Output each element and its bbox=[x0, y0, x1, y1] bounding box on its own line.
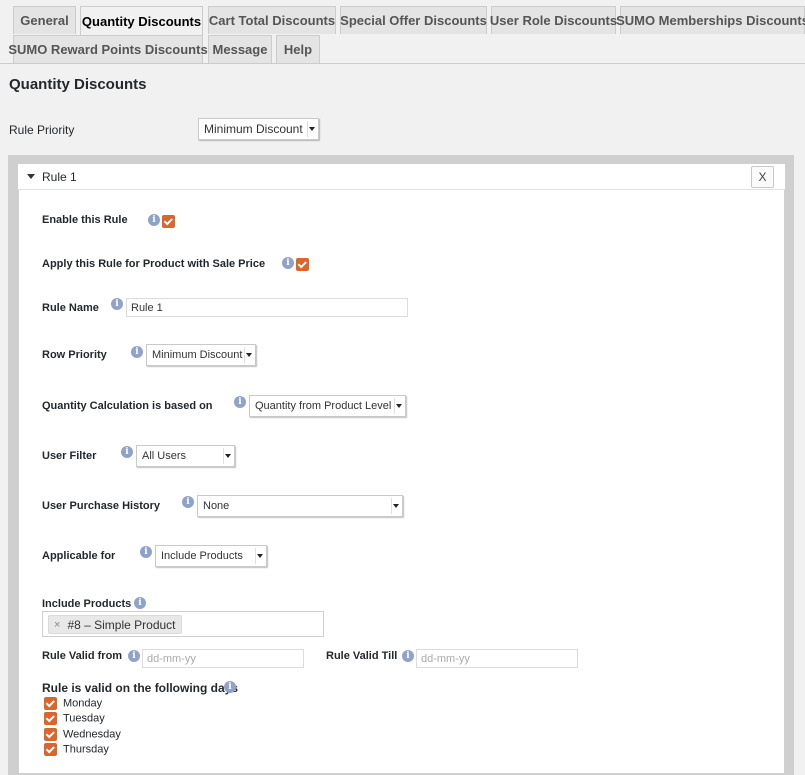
select-divider bbox=[244, 347, 245, 363]
day-label: Wednesday bbox=[63, 728, 121, 741]
select-value: All Users bbox=[142, 450, 187, 462]
select-divider bbox=[223, 448, 224, 464]
tab-bar: General Quantity Discounts Cart Total Di… bbox=[0, 0, 805, 64]
page-title: Quantity Discounts bbox=[9, 76, 147, 93]
tab-sumo-memberships-discounts[interactable]: SUMO Memberships Discounts bbox=[616, 6, 805, 34]
rule-priority-label: Rule Priority bbox=[9, 123, 75, 137]
select-divider bbox=[307, 121, 308, 137]
tab-special-offer-discounts[interactable]: Special Offer Discounts bbox=[340, 6, 487, 34]
select-divider bbox=[394, 398, 395, 414]
enable-rule-label: Enable this Rule bbox=[42, 214, 128, 226]
row-priority-label: Row Priority bbox=[42, 349, 107, 361]
tab-label: Special Offer Discounts bbox=[340, 13, 487, 28]
info-icon[interactable]: i bbox=[234, 396, 246, 408]
info-icon[interactable]: i bbox=[282, 257, 294, 269]
tab-label: Cart Total Discounts bbox=[208, 13, 336, 28]
valid-till-label: Rule Valid Till bbox=[326, 650, 398, 662]
day-tuesday[interactable]: Tuesday bbox=[44, 712, 105, 725]
info-icon[interactable]: i bbox=[128, 650, 140, 662]
tab-label: SUMO Memberships Discounts bbox=[616, 13, 805, 28]
caret-down-icon bbox=[309, 127, 315, 131]
tab-general[interactable]: General bbox=[13, 6, 76, 34]
tab-label: SUMO Reward Points Discounts bbox=[8, 42, 208, 57]
qty-calc-label: Quantity Calculation is based on bbox=[42, 400, 213, 412]
tab-label: Help bbox=[283, 42, 313, 57]
user-filter-label: User Filter bbox=[42, 450, 97, 462]
day-label: Thursday bbox=[63, 743, 109, 756]
select-divider bbox=[255, 548, 256, 564]
caret-down-icon bbox=[393, 504, 399, 508]
remove-token-icon[interactable]: × bbox=[54, 619, 60, 631]
qty-calc-select[interactable]: Quantity from Product Level bbox=[249, 395, 406, 417]
applicable-for-label: Applicable for bbox=[42, 550, 116, 562]
include-products-input[interactable]: × #8 – Simple Product bbox=[42, 611, 324, 637]
caret-down-icon bbox=[246, 353, 252, 357]
purchase-history-label: User Purchase History bbox=[42, 500, 160, 512]
enable-rule-checkbox[interactable] bbox=[162, 215, 175, 228]
day-label: Monday bbox=[63, 697, 103, 710]
include-products-label: Include Products bbox=[42, 598, 132, 610]
rule-name-label: Rule Name bbox=[42, 302, 99, 314]
sale-price-label: Apply this Rule for Product with Sale Pr… bbox=[42, 258, 266, 270]
info-icon[interactable]: i bbox=[148, 214, 160, 226]
info-icon[interactable]: i bbox=[402, 650, 414, 662]
select-value: Minimum Discount bbox=[152, 349, 243, 361]
day-wednesday[interactable]: Wednesday bbox=[44, 728, 121, 741]
row-priority-select[interactable]: Minimum Discount bbox=[146, 344, 256, 366]
select-value: Minimum Discount bbox=[204, 122, 303, 136]
day-thursday[interactable]: Thursday bbox=[44, 743, 109, 756]
tab-cart-total-discounts[interactable]: Cart Total Discounts bbox=[208, 6, 336, 34]
info-icon[interactable]: i bbox=[111, 298, 123, 310]
valid-from-input[interactable]: dd-mm-yy bbox=[142, 649, 304, 668]
day-monday[interactable]: Monday bbox=[44, 697, 102, 710]
valid-days-label: Rule is valid on the following days bbox=[42, 681, 239, 695]
caret-down-icon bbox=[225, 454, 231, 458]
remove-rule-button[interactable]: X bbox=[751, 166, 774, 188]
day-checkbox[interactable] bbox=[44, 743, 57, 756]
tab-quantity-discounts[interactable]: Quantity Discounts bbox=[80, 6, 203, 35]
select-divider bbox=[391, 498, 392, 514]
rule-name-input[interactable]: Rule 1 bbox=[126, 298, 408, 317]
valid-from-label: Rule Valid from bbox=[42, 650, 123, 662]
sale-price-checkbox[interactable] bbox=[296, 258, 309, 271]
info-icon[interactable]: i bbox=[121, 446, 133, 458]
select-value: Include Products bbox=[161, 550, 243, 562]
valid-till-input[interactable]: dd-mm-yy bbox=[416, 649, 578, 668]
tab-label: Quantity Discounts bbox=[81, 13, 202, 29]
tab-message[interactable]: Message bbox=[208, 35, 272, 63]
caret-down-icon bbox=[257, 554, 263, 558]
tab-user-role-discounts[interactable]: User Role Discounts bbox=[489, 6, 618, 34]
token-label: #8 – Simple Product bbox=[67, 617, 176, 632]
tab-label: General bbox=[20, 13, 69, 28]
tab-help[interactable]: Help bbox=[276, 35, 320, 63]
purchase-history-select[interactable]: None bbox=[197, 495, 403, 517]
rule-priority-select[interactable]: Minimum Discount bbox=[198, 118, 319, 140]
tab-label: User Role Discounts bbox=[489, 13, 618, 28]
rule-header[interactable] bbox=[18, 164, 785, 190]
caret-down-icon bbox=[396, 404, 402, 408]
day-checkbox[interactable] bbox=[44, 728, 57, 741]
rule-title: Rule 1 bbox=[42, 170, 77, 184]
tab-label: Message bbox=[212, 42, 268, 57]
info-icon[interactable]: i bbox=[140, 546, 152, 558]
select-value: None bbox=[203, 500, 230, 512]
collapse-caret-icon[interactable] bbox=[27, 174, 35, 179]
day-checkbox[interactable] bbox=[44, 712, 57, 725]
select-value: Quantity from Product Level bbox=[255, 400, 392, 412]
info-icon[interactable]: i bbox=[224, 681, 236, 693]
product-token: × #8 – Simple Product bbox=[48, 615, 182, 634]
day-checkbox[interactable] bbox=[44, 697, 57, 710]
info-icon[interactable]: i bbox=[134, 597, 146, 609]
day-label: Tuesday bbox=[63, 712, 105, 725]
info-icon[interactable]: i bbox=[131, 346, 143, 358]
tab-sumo-reward-points-discounts[interactable]: SUMO Reward Points Discounts bbox=[8, 35, 208, 63]
applicable-for-select[interactable]: Include Products bbox=[155, 545, 267, 567]
info-icon[interactable]: i bbox=[182, 496, 194, 508]
user-filter-select[interactable]: All Users bbox=[136, 445, 235, 467]
